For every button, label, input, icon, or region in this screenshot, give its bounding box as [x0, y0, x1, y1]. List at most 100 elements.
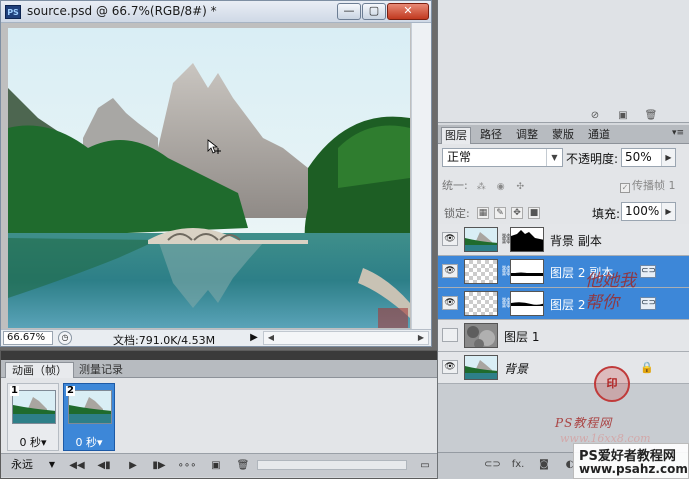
lock-pixels-icon[interactable]: ✎ — [494, 207, 506, 219]
checkbox-icon: ✓ — [620, 183, 630, 193]
layer-row[interactable]: 👁 图层 1 — [438, 320, 689, 352]
watermark-badge: PS爱好者教程网 www.psahz.com — [573, 443, 689, 479]
unify-position-icon[interactable]: ⁂ — [475, 182, 487, 194]
trash-icon[interactable]: 🗑 — [644, 110, 658, 122]
chevron-right-icon[interactable]: ▶ — [661, 203, 675, 220]
vertical-scrollbar[interactable] — [411, 23, 431, 329]
move-cursor-icon — [207, 139, 221, 154]
tab-paths[interactable]: 路径 — [477, 127, 505, 144]
zoom-field[interactable]: 66.67% — [3, 331, 53, 345]
layer-thumbnail — [464, 259, 498, 284]
opacity-field[interactable]: 50% ▶ — [621, 148, 676, 167]
previous-frame-icon[interactable]: ◀▮ — [94, 458, 114, 473]
unify-visibility-icon[interactable]: ◉ — [495, 182, 507, 194]
layer-name: 背景 副本 — [550, 234, 602, 248]
fill-field[interactable]: 100% ▶ — [621, 202, 676, 221]
blend-mode-value: 正常 — [447, 150, 472, 164]
layer-name: 图层 2 — [550, 298, 586, 312]
tab-adjustments[interactable]: 调整 — [513, 127, 541, 144]
status-menu-arrow-icon[interactable]: ▶ — [248, 332, 260, 344]
play-icon[interactable]: ▶ — [123, 458, 143, 473]
watermark-site: PS教程网 — [555, 416, 613, 430]
lock-label: 锁定: — [444, 207, 470, 220]
scroll-left-icon[interactable]: ◀ — [264, 332, 278, 344]
tab-measurement-log[interactable]: 测量记录 — [73, 362, 129, 378]
mask-thumbnail — [510, 259, 544, 284]
document-size: 文档:791.0K/4.53M — [113, 334, 216, 347]
mask-thumbnail — [510, 291, 544, 316]
unify-row: 统一: ⁂ ◉ ✣ ✓ 传播帧 1 — [442, 177, 686, 193]
frame-delay[interactable]: 0 秒▾ — [8, 434, 58, 450]
tab-animation-frames[interactable]: 动画（帧） — [5, 362, 74, 378]
panel-menu-icon[interactable]: ▾≡ — [672, 128, 684, 138]
close-button[interactable]: ✕ — [387, 3, 429, 20]
frame-delay[interactable]: 0 秒▾ — [64, 434, 114, 450]
landscape-image — [8, 28, 410, 328]
layer-options: 正常 ▼ 不透明度: 50% ▶ 统一: ⁂ ◉ ✣ ✓ 传播帧 1 锁定: ▦ ✎ ✥ ■… — [438, 144, 689, 230]
propagate-label: 传播帧 1 — [632, 179, 676, 192]
maximize-button[interactable]: ▢ — [362, 3, 386, 20]
frame-strip: 1 0 秒▾ 2 0 秒▾ — [1, 378, 454, 453]
layers-tabs: 图层 路径 调整 蒙版 通道 ▾≡ — [438, 125, 689, 144]
duplicate-frame-icon[interactable]: ▣ — [206, 458, 226, 473]
watermark-seal: 印 — [594, 366, 630, 402]
next-frame-icon[interactable]: ▮▶ — [149, 458, 169, 473]
document-title-bar[interactable]: PS source.psd @ 66.7%(RGB/8#) * — ▢ ✕ — [1, 1, 431, 23]
tab-masks[interactable]: 蒙版 — [549, 127, 577, 144]
layer-name: 背景 — [504, 362, 529, 376]
timeline-toggle-icon[interactable]: ▭ — [413, 458, 437, 473]
eye-icon[interactable]: 👁 — [442, 360, 458, 374]
horizontal-scrollbar[interactable]: ◀ ▶ — [263, 331, 429, 345]
mask-thumbnail — [510, 227, 544, 252]
frame-number: 2 — [66, 385, 75, 396]
link-layers-icon[interactable]: ⊂⊃ — [484, 459, 501, 472]
layer-row-selected[interactable]: 👁 ⛓ 图层 2 副本 ⊂⊃ — [438, 256, 689, 288]
layer-row[interactable]: 👁 背景 🔒 — [438, 352, 689, 384]
blend-mode-select[interactable]: 正常 ▼ — [442, 148, 563, 167]
frame-scrollbar[interactable] — [257, 460, 407, 470]
document-title: source.psd @ 66.7%(RGB/8#) * — [27, 4, 217, 18]
eye-icon[interactable]: 👁 — [442, 296, 458, 310]
layer-thumbnail — [464, 323, 498, 348]
scroll-right-icon[interactable]: ▶ — [414, 332, 428, 344]
lock-transparency-icon[interactable]: ▦ — [477, 207, 489, 219]
layer-row[interactable]: 👁 ⛓ 背景 副本 — [438, 224, 689, 256]
layer-thumbnail — [464, 291, 498, 316]
eye-off-icon[interactable]: 👁 — [442, 328, 458, 342]
canvas-area[interactable] — [1, 23, 431, 329]
delete-frame-icon[interactable]: 🗑 — [233, 458, 253, 473]
watermark-signature: 他她我帮你 — [585, 271, 636, 313]
first-frame-icon[interactable]: ◀◀ — [67, 458, 87, 473]
animation-frame-selected[interactable]: 2 0 秒▾ — [63, 383, 115, 451]
loop-select[interactable]: 永远 ▼ — [5, 457, 57, 474]
opacity-label: 不透明度: — [566, 152, 619, 166]
new-icon[interactable]: ▣ — [616, 110, 630, 122]
watermark-badge-url: www.psahz.com — [579, 462, 688, 476]
lock-all-icon[interactable]: ■ — [528, 207, 540, 219]
fill-label: 填充: — [592, 207, 621, 221]
no-icon[interactable]: ⊘ — [588, 110, 602, 122]
chevron-down-icon: ▼ — [546, 149, 562, 166]
add-mask-icon[interactable]: ◙ — [536, 459, 552, 472]
upper-panel-icons: ⊘ ▣ 🗑 — [588, 108, 672, 122]
tab-layers[interactable]: 图层 — [441, 127, 471, 144]
animation-frame[interactable]: 1 0 秒▾ — [7, 383, 59, 451]
tween-icon[interactable]: ∘∘∘ — [177, 458, 197, 473]
eye-icon[interactable]: 👁 — [442, 264, 458, 278]
layer-name: 图层 1 — [504, 330, 540, 344]
layer-row-selected[interactable]: 👁 ⛓ 图层 2 ⊂⊃ — [438, 288, 689, 320]
animation-panel: ◀◀ 动画（帧） 测量记录 ▾≡ 1 0 秒▾ 2 0 秒▾ 永远 ▼ ◀◀ ◀▮… — [0, 349, 455, 479]
status-info-icon[interactable]: ◷ — [58, 331, 72, 345]
lock-position-icon[interactable]: ✥ — [511, 207, 523, 219]
minimize-button[interactable]: — — [337, 3, 361, 20]
propagate-frame-checkbox[interactable]: ✓ 传播帧 1 — [620, 177, 676, 193]
chevron-right-icon[interactable]: ▶ — [661, 149, 675, 166]
tab-channels[interactable]: 通道 — [585, 127, 613, 144]
panel-drag-bar[interactable]: ◀◀ — [1, 349, 454, 360]
eye-icon[interactable]: 👁 — [442, 232, 458, 246]
unify-style-icon[interactable]: ✣ — [514, 182, 526, 194]
animation-controls: 永远 ▼ ◀◀ ◀▮ ▶ ▮▶ ∘∘∘ ▣ 🗑 ▭ — [1, 453, 454, 477]
fx-icon[interactable]: fx. — [510, 459, 526, 472]
unify-label: 统一: — [442, 179, 468, 192]
document-window: PS source.psd @ 66.7%(RGB/8#) * — ▢ ✕ 66… — [0, 0, 432, 347]
